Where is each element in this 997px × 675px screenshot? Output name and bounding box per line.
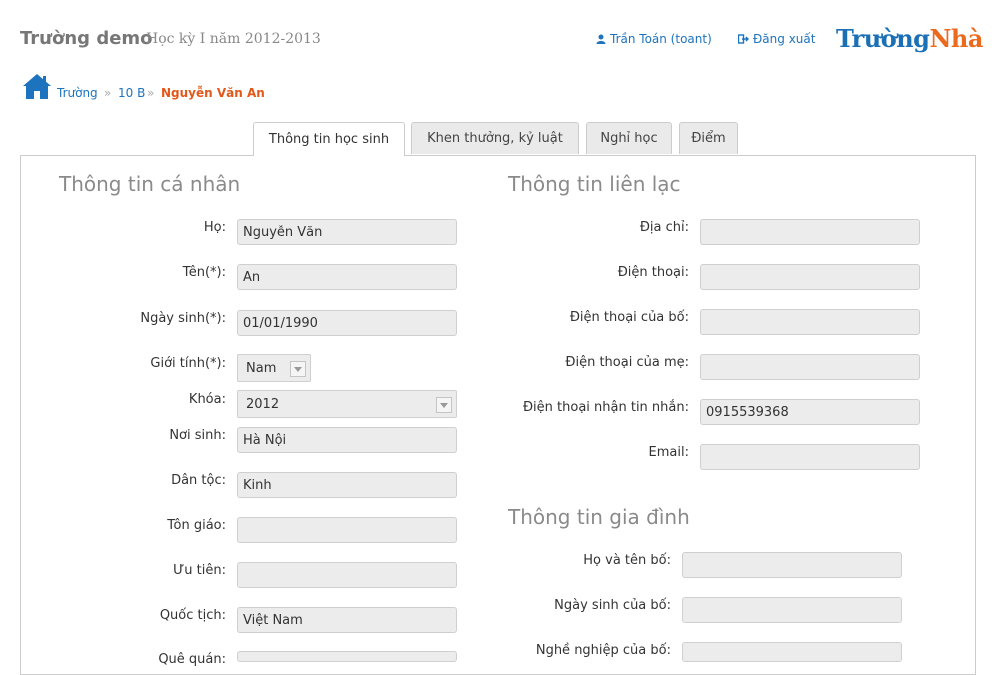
father-name-input[interactable]	[682, 552, 902, 578]
breadcrumb-separator: »	[104, 86, 112, 100]
email-input[interactable]	[700, 444, 920, 470]
hometown-label: Quê quán:	[158, 652, 226, 667]
logout-link[interactable]: Đăng xuất	[738, 32, 815, 46]
birthplace-label: Nơi sinh:	[169, 428, 226, 443]
father-phone-label: Điện thoại của bố:	[569, 310, 689, 325]
breadcrumb-school[interactable]: Trường	[57, 86, 98, 100]
father-occupation-input[interactable]	[682, 642, 902, 662]
user-profile-link[interactable]: Trần Toán (toant)	[596, 32, 712, 46]
first-name-label: Tên(*):	[182, 265, 226, 280]
hometown-input[interactable]	[237, 651, 457, 662]
priority-input[interactable]	[237, 562, 457, 588]
school-name: Trường demo	[20, 28, 153, 49]
father-birthdate-input[interactable]	[682, 597, 902, 623]
family-info-title: Thông tin gia đình	[508, 505, 690, 529]
email-label: Email:	[648, 445, 689, 460]
logout-icon	[738, 34, 749, 44]
cohort-label: Khóa:	[188, 392, 226, 407]
gender-label: Giới tính(*):	[150, 356, 226, 371]
last-name-input[interactable]	[237, 219, 457, 245]
birthdate-input[interactable]	[237, 310, 457, 336]
birthplace-input[interactable]	[237, 427, 457, 453]
chevron-down-icon	[436, 397, 452, 413]
father-name-label: Họ và tên bố:	[583, 553, 671, 568]
logo-part2: Nhà	[929, 24, 983, 53]
personal-info-title: Thông tin cá nhân	[59, 172, 241, 196]
ethnicity-input[interactable]	[237, 472, 457, 498]
chevron-down-icon	[290, 361, 306, 377]
father-birthdate-label: Ngày sinh của bố:	[554, 598, 671, 613]
cohort-select[interactable]: 2012	[237, 390, 457, 418]
logo-part1: Trường	[836, 24, 930, 53]
phone-input[interactable]	[700, 264, 920, 290]
truongnha-logo[interactable]: TrườngNhà	[836, 24, 983, 53]
priority-label: Ưu tiên:	[173, 563, 226, 578]
tab-absence[interactable]: Nghỉ học	[586, 122, 672, 154]
sms-phone-label: Điện thoại nhận tin nhắn:	[522, 400, 689, 415]
tab-scores[interactable]: Điểm	[679, 122, 738, 154]
term-label: Học kỳ I năm 2012-2013	[146, 31, 321, 47]
first-name-input[interactable]	[237, 264, 457, 290]
gender-value: Nam	[246, 360, 277, 376]
cohort-value: 2012	[246, 396, 280, 412]
address-input[interactable]	[700, 219, 920, 245]
religion-label: Tôn giáo:	[167, 518, 226, 533]
nationality-input[interactable]	[237, 607, 457, 633]
father-occupation-label: Nghề nghiệp của bố:	[535, 643, 671, 658]
nationality-label: Quốc tịch:	[159, 608, 226, 623]
sms-phone-input[interactable]	[700, 399, 920, 425]
ethnicity-label: Dân tộc:	[171, 473, 226, 488]
gender-select[interactable]: Nam	[237, 354, 311, 382]
breadcrumb-separator: »	[147, 86, 155, 100]
contact-info-title: Thông tin liên lạc	[508, 172, 681, 196]
religion-input[interactable]	[237, 517, 457, 543]
logout-label: Đăng xuất	[753, 32, 816, 46]
user-name: Trần Toán (toant)	[610, 32, 712, 46]
tab-student-info[interactable]: Thông tin học sinh	[253, 122, 405, 156]
mother-phone-input[interactable]	[700, 354, 920, 380]
breadcrumb-current: Nguyễn Văn An	[161, 86, 265, 100]
last-name-label: Họ:	[203, 220, 226, 235]
home-icon[interactable]	[22, 72, 52, 100]
mother-phone-label: Điện thoại của mẹ:	[565, 355, 689, 370]
father-phone-input[interactable]	[700, 309, 920, 335]
phone-label: Điện thoại:	[617, 265, 689, 280]
tab-rewards-discipline[interactable]: Khen thưởng, kỷ luật	[411, 122, 579, 154]
birthdate-label: Ngày sinh(*):	[140, 311, 226, 326]
breadcrumb-class[interactable]: 10 B	[118, 86, 145, 100]
address-label: Địa chỉ:	[639, 220, 689, 235]
user-icon	[596, 34, 606, 44]
